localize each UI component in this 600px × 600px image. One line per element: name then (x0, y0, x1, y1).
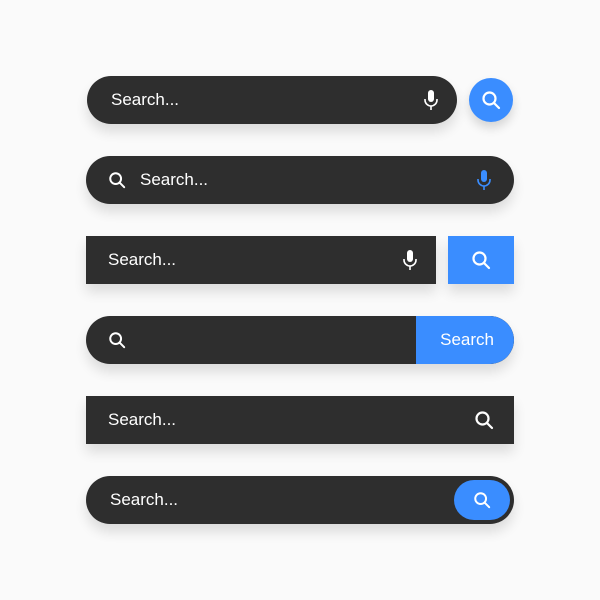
mic-icon[interactable] (402, 250, 418, 270)
search-icon (108, 331, 126, 349)
search-button[interactable] (469, 78, 513, 122)
search-icon (471, 250, 491, 270)
search-button[interactable] (448, 236, 514, 284)
search-variant-5: Search... (86, 396, 514, 444)
search-bar[interactable]: Search (86, 316, 514, 364)
search-variant-6: Search... (86, 476, 514, 524)
search-placeholder: Search... (108, 250, 402, 270)
mic-icon[interactable] (423, 90, 439, 110)
search-variant-2: Search... (86, 156, 514, 204)
search-bar[interactable]: Search... (86, 476, 514, 524)
search-variant-1: Search... (87, 76, 513, 124)
search-placeholder: Search... (111, 90, 423, 110)
search-icon[interactable] (474, 410, 494, 430)
mic-icon[interactable] (476, 170, 492, 190)
search-button-label: Search (440, 330, 494, 350)
search-variant-4: Search (86, 316, 514, 364)
search-icon (481, 90, 501, 110)
search-variant-3: Search... (86, 236, 514, 284)
search-bar[interactable]: Search... (86, 156, 514, 204)
search-icon (108, 171, 126, 189)
search-button[interactable] (454, 480, 510, 520)
search-bar[interactable]: Search... (86, 236, 436, 284)
search-placeholder: Search... (140, 170, 462, 190)
search-placeholder: Search... (108, 410, 474, 430)
search-icon (473, 491, 491, 509)
search-button[interactable]: Search (416, 316, 514, 364)
search-placeholder: Search... (110, 490, 454, 510)
search-bar[interactable]: Search... (87, 76, 457, 124)
search-bar[interactable]: Search... (86, 396, 514, 444)
